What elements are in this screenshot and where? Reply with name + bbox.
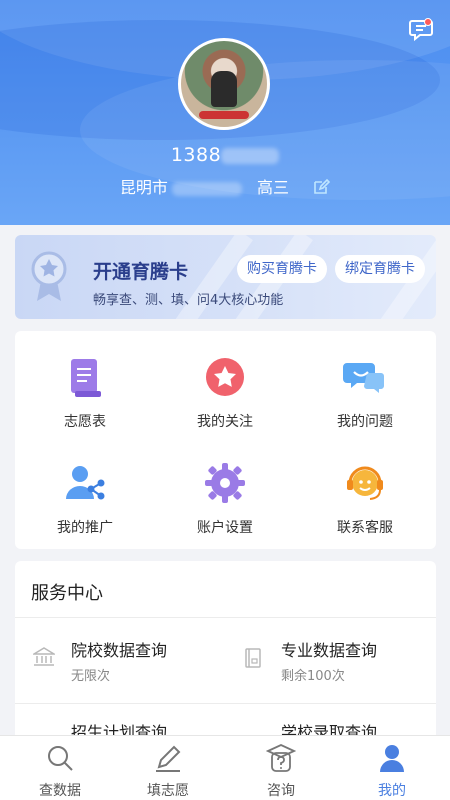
service-name: 专业数据查询 (281, 641, 378, 660)
function-grid: 志愿表 我的关注 我的问题 我的推广 账户设置 联系客服 (15, 331, 436, 549)
tab-label: 填志愿 (147, 783, 189, 799)
divider (15, 617, 436, 618)
pen-icon (156, 745, 181, 772)
question-doc-icon (265, 744, 297, 772)
tab-mine[interactable]: 我的 (336, 736, 448, 800)
grid-item-label: 账户设置 (197, 520, 253, 536)
grid-item-my-promotion[interactable]: 我的推广 (15, 461, 155, 537)
profile-header: 1388 昆明市 高三 (0, 0, 450, 225)
scroll-icon (71, 359, 101, 397)
grade-label: 高三 (257, 178, 290, 197)
service-center-title: 服务中心 (31, 583, 103, 604)
chat-bubbles-icon (343, 363, 384, 393)
edit-profile-button[interactable] (312, 178, 331, 200)
gear-icon (205, 463, 245, 503)
service-center: 服务中心 院校数据查询 无限次 专业数据查询 剩余100次 招生计划查询 学校录… (15, 561, 436, 761)
avatar[interactable] (178, 38, 270, 130)
grid-item-label: 志愿表 (64, 414, 106, 430)
service-note: 无限次 (71, 669, 111, 684)
user-info: 昆明市 高三 (0, 174, 450, 200)
bank-icon (33, 647, 55, 666)
grid-item-my-questions[interactable]: 我的问题 (295, 355, 435, 431)
tab-consult[interactable]: 咨询 (225, 736, 337, 800)
edit-icon (314, 178, 331, 194)
service-name: 院校数据查询 (71, 641, 168, 660)
avatar-figure (211, 71, 237, 107)
phone-visible: 1388 (170, 144, 222, 166)
book-icon (245, 648, 261, 668)
grid-item-customer-service[interactable]: 联系客服 (295, 461, 435, 537)
grid-item-label: 我的推广 (57, 520, 113, 536)
message-button[interactable] (408, 16, 434, 42)
service-note: 剩余100次 (281, 669, 345, 684)
grid-item-my-follows[interactable]: 我的关注 (155, 355, 295, 431)
star-icon (206, 358, 244, 396)
tab-label: 查数据 (39, 783, 81, 799)
vip-card[interactable]: 开通育腾卡 畅享查、测、填、问4大核心功能 购买育腾卡 绑定育腾卡 (15, 235, 436, 319)
bind-card-button[interactable]: 绑定育腾卡 (335, 255, 425, 283)
buy-card-button[interactable]: 购买育腾卡 (237, 255, 327, 283)
grid-item-label: 联系客服 (337, 520, 393, 536)
grid-item-label: 我的问题 (337, 414, 393, 430)
school-masked (171, 181, 242, 196)
notification-dot (424, 18, 432, 26)
vip-subtitle: 畅享查、测、填、问4大核心功能 (93, 293, 284, 308)
tab-fill-volunteer[interactable]: 填志愿 (112, 736, 224, 800)
city-label: 昆明市 (119, 178, 168, 197)
service-major-data[interactable]: 专业数据查询 剩余100次 (241, 637, 431, 687)
bottom-tab-bar: 查数据 填志愿 咨询 我的 (0, 735, 450, 800)
service-school-data[interactable]: 院校数据查询 无限次 (31, 637, 221, 687)
grid-item-account-settings[interactable]: 账户设置 (155, 461, 295, 537)
search-icon (48, 746, 73, 771)
vip-title: 开通育腾卡 (93, 261, 189, 283)
user-icon (380, 745, 404, 772)
divider (15, 703, 436, 704)
grid-item-label: 我的关注 (197, 414, 253, 430)
phone-masked (221, 147, 280, 164)
headset-icon (347, 466, 383, 500)
phone-number: 1388 (0, 144, 450, 166)
share-user-icon (66, 466, 105, 500)
avatar-skateboard (199, 111, 249, 119)
grid-item-volunteer-form[interactable]: 志愿表 (15, 355, 155, 431)
tab-search-data[interactable]: 查数据 (4, 736, 116, 800)
tab-label: 我的 (378, 783, 406, 799)
medal-icon (31, 251, 67, 301)
tab-label: 咨询 (267, 783, 295, 799)
